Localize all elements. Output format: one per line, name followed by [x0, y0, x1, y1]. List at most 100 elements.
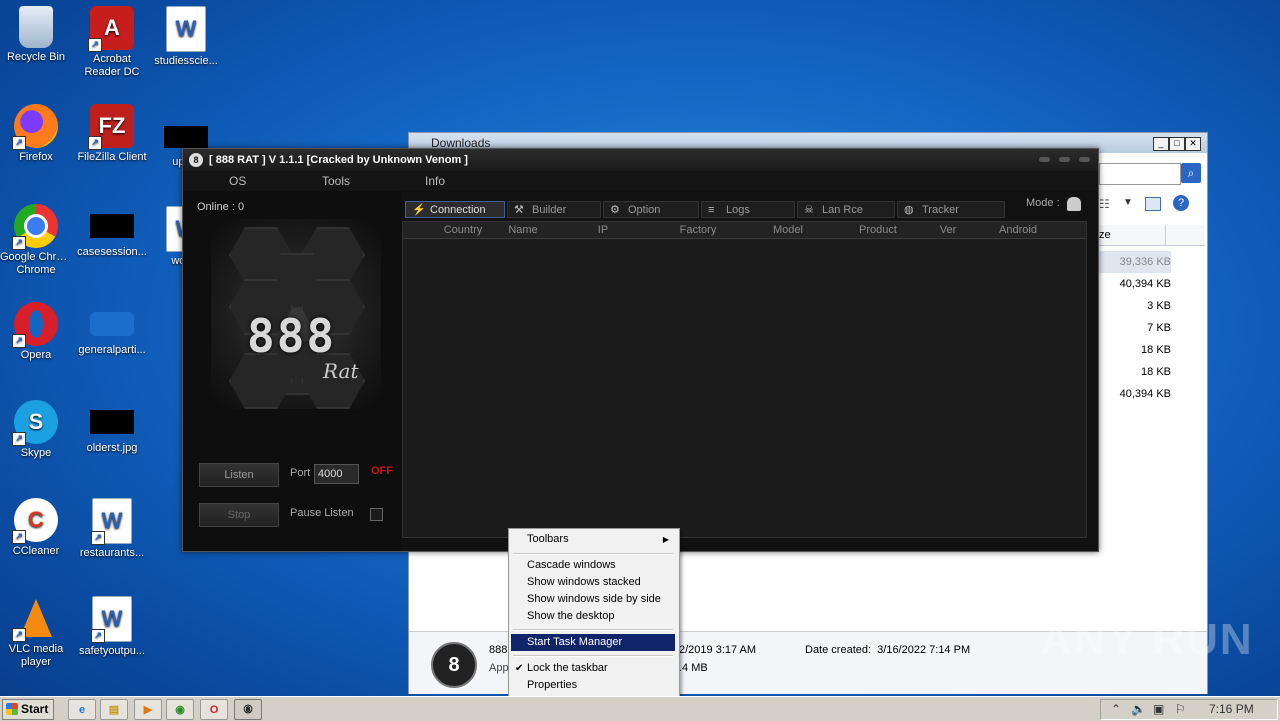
- volume-icon[interactable]: 🔈: [1131, 702, 1146, 716]
- tab-lan-rce[interactable]: ☠ Lan Rce: [797, 201, 895, 218]
- shortcut-arrow-icon: ↗: [91, 531, 105, 545]
- tab-logs[interactable]: ≡ Logs: [701, 201, 795, 218]
- desktop-icon-acrobat[interactable]: A ↗ Acrobat Reader DC: [74, 6, 150, 79]
- desktop-icon-firefox[interactable]: ↗ Firefox: [0, 104, 74, 164]
- media-player-icon[interactable]: ▶: [134, 699, 162, 720]
- image-thumb-icon: [90, 410, 134, 434]
- desktop-icon-vlc[interactable]: ↗ VLC media player: [0, 596, 74, 669]
- desktop-icon-restaurants[interactable]: W ↗ restaurants...: [74, 498, 150, 560]
- menu-item-lock-the-taskbar[interactable]: ✔ Lock the taskbar: [511, 660, 675, 677]
- column-header-size[interactable]: ze: [1097, 225, 1205, 246]
- listen-button[interactable]: Listen: [199, 463, 279, 487]
- desktop-icon-chrome[interactable]: ↗ Google Chrome Chrome: [0, 204, 74, 277]
- tab-connection[interactable]: ⚡ Connection: [405, 201, 505, 218]
- ie-icon[interactable]: e: [68, 699, 96, 720]
- close-icon[interactable]: ✕: [1185, 137, 1201, 151]
- opera-taskbar-icon[interactable]: O: [200, 699, 228, 720]
- rat-taskbar-icon[interactable]: ⑧: [234, 699, 262, 720]
- minimize-icon[interactable]: _: [1153, 137, 1169, 151]
- preview-pane-icon[interactable]: [1145, 197, 1161, 211]
- view-icon[interactable]: ☷: [1099, 197, 1110, 211]
- list-item[interactable]: 40,394 KB: [1099, 383, 1171, 405]
- list-item[interactable]: 7 KB: [1099, 317, 1171, 339]
- minimize-icon[interactable]: [1039, 157, 1050, 162]
- chevron-down-icon[interactable]: ▼: [1123, 197, 1133, 208]
- list-item[interactable]: 18 KB: [1099, 361, 1171, 383]
- column-android[interactable]: Android: [973, 224, 1063, 236]
- tools-icon: ⚒: [514, 204, 524, 216]
- menu-item-toolbars[interactable]: Toolbars ▶: [511, 531, 675, 548]
- clock[interactable]: 7:16 PM: [1209, 702, 1254, 716]
- list-item[interactable]: 18 KB: [1099, 339, 1171, 361]
- shortcut-arrow-icon: ↗: [12, 432, 26, 446]
- menu-tools[interactable]: Tools: [322, 174, 350, 188]
- start-button[interactable]: Start: [2, 699, 54, 720]
- tab-tracker[interactable]: ◍ Tracker: [897, 201, 1005, 218]
- desktop-icon-filezilla[interactable]: FZ ↗ FileZilla Client: [74, 104, 150, 164]
- list-item[interactable]: 39,336 KB: [1099, 251, 1171, 273]
- column-ip[interactable]: IP: [553, 224, 653, 236]
- word-doc-icon: W ↗: [91, 596, 132, 643]
- maximize-icon[interactable]: □: [1169, 137, 1185, 151]
- list-item[interactable]: 3 KB: [1099, 295, 1171, 317]
- rat-titlebar[interactable]: 8 [ 888 RAT ] V 1.1.1 [Cracked by Unknow…: [183, 149, 1098, 171]
- opera-icon: ↗: [12, 302, 58, 348]
- rat-window[interactable]: 8 [ 888 RAT ] V 1.1.1 [Cracked by Unknow…: [182, 148, 1099, 552]
- menu-item-show-the-desktop[interactable]: Show the desktop: [511, 608, 675, 625]
- close-icon[interactable]: [1079, 157, 1090, 162]
- column-product[interactable]: Product: [833, 224, 923, 236]
- file-size-list: 39,336 KB 40,394 KB 3 KB 7 KB 18 KB 18 K…: [1099, 251, 1171, 405]
- shortcut-arrow-icon: ↗: [12, 236, 26, 250]
- pause-listen-checkbox[interactable]: [370, 508, 383, 521]
- network-icon[interactable]: ▣: [1153, 702, 1164, 716]
- gear-icon: ⚙: [610, 204, 620, 216]
- help-icon[interactable]: ?: [1173, 195, 1189, 211]
- desktop-icon-opera[interactable]: ↗ Opera: [0, 302, 74, 362]
- vlc-icon: ↗: [12, 596, 58, 642]
- desktop-icon-generalparti[interactable]: generalparti...: [74, 312, 150, 357]
- system-tray: ⌃ 🔈 ▣ ⚐ 7:16 PM: [1100, 699, 1278, 720]
- online-count: Online : 0: [197, 201, 245, 213]
- list-icon: ≡: [708, 204, 715, 216]
- android-icon[interactable]: [1067, 197, 1081, 211]
- word-doc-icon: W: [166, 6, 206, 52]
- list-item[interactable]: 40,394 KB: [1099, 273, 1171, 295]
- menu-item-show-windows-side-by-side[interactable]: Show windows side by side: [511, 591, 675, 608]
- image-thumb-icon: [90, 214, 134, 238]
- tab-builder[interactable]: ⚒ Builder: [507, 201, 601, 218]
- menu-item-start-task-manager[interactable]: Start Task Manager: [511, 634, 675, 651]
- menu-os[interactable]: OS: [229, 174, 246, 188]
- chrome-taskbar-icon[interactable]: ◉: [166, 699, 194, 720]
- desktop-icon-olderst[interactable]: olderst.jpg: [74, 410, 150, 455]
- column-model[interactable]: Model: [743, 224, 833, 236]
- connections-table[interactable]: Country Name IP Factory Model Product Ve…: [402, 221, 1087, 538]
- desktop-icon-skype[interactable]: S ↗ Skype: [0, 400, 74, 460]
- menu-info[interactable]: Info: [425, 174, 445, 188]
- port-input[interactable]: 4000: [314, 464, 359, 484]
- filezilla-icon: FZ ↗: [88, 104, 134, 150]
- plug-icon: ⚡: [412, 204, 426, 216]
- tab-option[interactable]: ⚙ Option: [603, 201, 699, 218]
- mode-label: Mode :: [1026, 197, 1060, 209]
- menu-item-cascade-windows[interactable]: Cascade windows: [511, 557, 675, 574]
- column-factory[interactable]: Factory: [653, 224, 743, 236]
- action-center-flag-icon[interactable]: ⚐: [1175, 702, 1186, 716]
- column-name[interactable]: Name: [493, 224, 553, 236]
- explorer-folder-icon[interactable]: ▤: [100, 699, 128, 720]
- maximize-icon[interactable]: [1059, 157, 1070, 162]
- desktop-icon-ccleaner[interactable]: C ↗ CCleaner: [0, 498, 74, 558]
- menu-item-show-windows-stacked[interactable]: Show windows stacked: [511, 574, 675, 591]
- search-input[interactable]: [1099, 163, 1181, 185]
- desktop-icon-recycle-bin[interactable]: Recycle Bin: [0, 6, 74, 64]
- taskbar[interactable]: Start e ▤ ▶ ◉ O ⑧ ⌃ 🔈 ▣ ⚐ 7:16 PM: [0, 696, 1280, 721]
- desktop-icon-studiesscie[interactable]: W studiesscie...: [148, 6, 224, 68]
- desktop-icon-casesession[interactable]: casesession...: [74, 214, 150, 259]
- chrome-icon: ↗: [12, 204, 58, 250]
- column-country[interactable]: Country: [433, 224, 493, 236]
- stop-button[interactable]: Stop: [199, 503, 279, 527]
- show-hidden-icons-icon[interactable]: ⌃: [1111, 702, 1121, 716]
- search-icon[interactable]: ⌕: [1181, 163, 1201, 183]
- desktop-icon-safetyoutpu[interactable]: W ↗ safetyoutpu...: [74, 596, 150, 658]
- column-ver[interactable]: Ver: [923, 224, 973, 236]
- menu-item-properties[interactable]: Properties: [511, 677, 675, 694]
